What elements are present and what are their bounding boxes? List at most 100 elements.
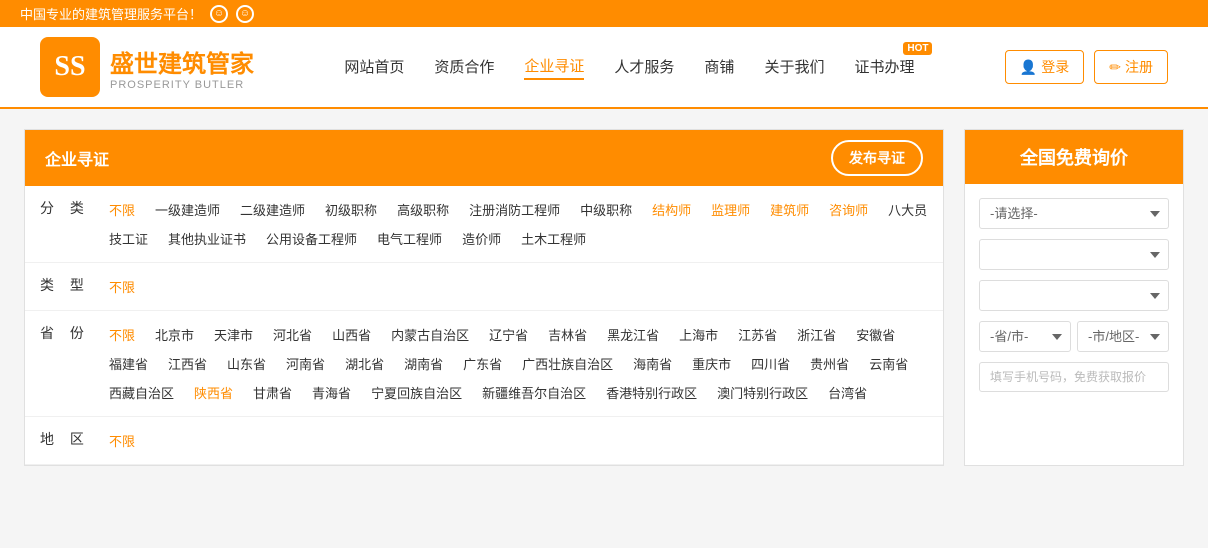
tag-t10[interactable]: 咨询师 [825, 198, 872, 221]
nav-shop[interactable]: 商铺 [704, 56, 734, 79]
select-type1[interactable] [979, 239, 1169, 270]
nav-qualification[interactable]: 资质合作 [434, 56, 494, 79]
tag-jiangsu[interactable]: 江苏省 [734, 323, 781, 346]
header: 盛世建筑管家 PROSPERITY BUTLER 网站首页 资质合作 企业寻证 … [0, 27, 1208, 109]
province-content: 不限 北京市 天津市 河北省 山西省 内蒙古自治区 辽宁省 吉林省 黑龙江省 上… [105, 321, 943, 406]
filter-region: 地 区 不限 [25, 417, 943, 465]
tag-t9[interactable]: 建筑师 [766, 198, 813, 221]
tag-tianjin[interactable]: 天津市 [210, 323, 257, 346]
tag-sichuan[interactable]: 四川省 [747, 352, 794, 375]
tag-nolimit-cat[interactable]: 不限 [105, 198, 139, 221]
tag-t12[interactable]: 技工证 [105, 227, 152, 250]
tag-t14[interactable]: 公用设备工程师 [262, 227, 361, 250]
type-content: 不限 [105, 273, 943, 300]
main-content: 企业寻证 发布寻证 分 类 不限 一级建造师 二级建造师 初级职称 高级职称 注… [14, 129, 1194, 466]
tag-hainan[interactable]: 海南省 [629, 352, 676, 375]
publish-button[interactable]: 发布寻证 [831, 140, 923, 176]
tag-anhui[interactable]: 安徽省 [852, 323, 899, 346]
nav-talent[interactable]: 人才服务 [614, 56, 674, 79]
filter-category: 分 类 不限 一级建造师 二级建造师 初级职称 高级职称 注册消防工程师 中级职… [25, 186, 943, 263]
tag-guangxi[interactable]: 广西壮族自治区 [518, 352, 617, 375]
tag-jiangxi[interactable]: 江西省 [164, 352, 211, 375]
tag-heilongjiang[interactable]: 黑龙江省 [603, 323, 663, 346]
tag-xianggang[interactable]: 香港特别行政区 [602, 381, 701, 404]
smiley-icon2: ☺ [236, 5, 254, 23]
user-icon: 👤 [1020, 59, 1037, 76]
tag-gansu[interactable]: 甘肃省 [249, 381, 296, 404]
tag-zhejiang[interactable]: 浙江省 [793, 323, 840, 346]
tag-shanghai[interactable]: 上海市 [675, 323, 722, 346]
tag-henan[interactable]: 河南省 [282, 352, 329, 375]
tag-guizhou[interactable]: 贵州省 [806, 352, 853, 375]
main-nav: 网站首页 资质合作 企业寻证 人才服务 商铺 关于我们 证书办理 HOT [344, 55, 914, 80]
region-content: 不限 [105, 427, 943, 454]
tag-neimenggu[interactable]: 内蒙古自治区 [387, 323, 473, 346]
nav-certificate[interactable]: 证书办理 HOT [854, 56, 914, 79]
tag-t13[interactable]: 其他执业证书 [164, 227, 250, 250]
tag-xinjiang[interactable]: 新疆维吾尔自治区 [478, 381, 590, 404]
tag-hubei[interactable]: 湖北省 [341, 352, 388, 375]
tag-t16[interactable]: 造价师 [458, 227, 505, 250]
tag-t17[interactable]: 土木工程师 [517, 227, 590, 250]
tag-hunan[interactable]: 湖南省 [400, 352, 447, 375]
type-label: 类 型 [25, 273, 105, 300]
right-panel-body: -请选择- -省/市- -市/地区- [965, 184, 1183, 406]
hot-badge: HOT [903, 42, 932, 55]
tag-nolimit-prov[interactable]: 不限 [105, 323, 139, 346]
tag-shanxi[interactable]: 山西省 [328, 323, 375, 346]
province-label: 省 份 [25, 321, 105, 406]
phone-input[interactable] [979, 362, 1169, 392]
tag-qinghai[interactable]: 青海省 [308, 381, 355, 404]
select-category[interactable]: -请选择- [979, 198, 1169, 229]
logo-chinese: 盛世建筑管家 [110, 44, 254, 79]
tag-chongqing[interactable]: 重庆市 [688, 352, 735, 375]
register-button[interactable]: ✏ 注册 [1094, 50, 1168, 84]
tag-nolimit-type[interactable]: 不限 [105, 275, 139, 298]
select-city[interactable]: -市/地区- [1077, 321, 1169, 352]
auth-buttons: 👤 登录 ✏ 注册 [1005, 50, 1168, 84]
tag-t7[interactable]: 结构师 [648, 198, 695, 221]
login-button[interactable]: 👤 登录 [1005, 50, 1084, 84]
tag-xizang[interactable]: 西藏自治区 [105, 381, 178, 404]
logo-icon [40, 37, 100, 97]
nav-about[interactable]: 关于我们 [764, 56, 824, 79]
select-type2[interactable] [979, 280, 1169, 311]
tag-taiwan[interactable]: 台湾省 [824, 381, 871, 404]
banner-text: 中国专业的建筑管理服务平台！ [20, 4, 202, 23]
tag-hebei[interactable]: 河北省 [269, 323, 316, 346]
tag-t15[interactable]: 电气工程师 [373, 227, 446, 250]
tag-t11[interactable]: 八大员 [884, 198, 931, 221]
tag-t5[interactable]: 注册消防工程师 [465, 198, 564, 221]
nav-home[interactable]: 网站首页 [344, 56, 404, 79]
tag-t8[interactable]: 监理师 [707, 198, 754, 221]
category-content: 不限 一级建造师 二级建造师 初级职称 高级职称 注册消防工程师 中级职称 结构… [105, 196, 943, 252]
tag-t1[interactable]: 一级建造师 [151, 198, 224, 221]
tag-guangdong[interactable]: 广东省 [459, 352, 506, 375]
right-panel-title: 全国免费询价 [965, 130, 1183, 184]
tag-t3[interactable]: 初级职称 [321, 198, 381, 221]
tag-t6[interactable]: 中级职称 [576, 198, 636, 221]
nav-enterprise[interactable]: 企业寻证 [524, 55, 584, 80]
tag-fujian[interactable]: 福建省 [105, 352, 152, 375]
region-label: 地 区 [25, 427, 105, 454]
tag-shaanxi[interactable]: 陕西省 [190, 381, 237, 404]
left-panel: 企业寻证 发布寻证 分 类 不限 一级建造师 二级建造师 初级职称 高级职称 注… [24, 129, 944, 466]
tag-t2[interactable]: 二级建造师 [236, 198, 309, 221]
logo-area: 盛世建筑管家 PROSPERITY BUTLER [40, 37, 254, 97]
smiley-icon1: ☺ [210, 5, 228, 23]
province-city-row: -省/市- -市/地区- [979, 321, 1169, 352]
tag-beijing[interactable]: 北京市 [151, 323, 198, 346]
tag-jilin[interactable]: 吉林省 [544, 323, 591, 346]
tag-liaoning[interactable]: 辽宁省 [485, 323, 532, 346]
tag-nolimit-region[interactable]: 不限 [105, 429, 139, 452]
tag-ningxia[interactable]: 宁夏回族自治区 [367, 381, 466, 404]
top-banner: 中国专业的建筑管理服务平台！ ☺ ☺ [0, 0, 1208, 27]
tag-yunnan[interactable]: 云南省 [865, 352, 912, 375]
tag-shandong[interactable]: 山东省 [223, 352, 270, 375]
tag-t4[interactable]: 高级职称 [393, 198, 453, 221]
panel-title: 企业寻证 [45, 146, 109, 170]
filter-province: 省 份 不限 北京市 天津市 河北省 山西省 内蒙古自治区 辽宁省 吉林省 黑龙… [25, 311, 943, 417]
select-province[interactable]: -省/市- [979, 321, 1071, 352]
panel-header: 企业寻证 发布寻证 [25, 130, 943, 186]
tag-aomen[interactable]: 澳门特别行政区 [713, 381, 812, 404]
